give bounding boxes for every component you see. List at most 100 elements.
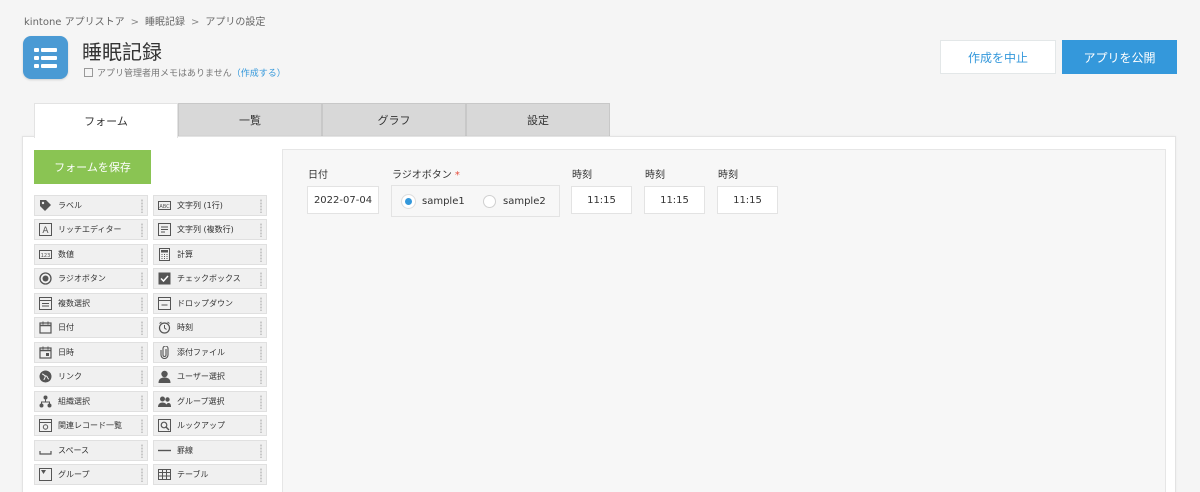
time-field-input[interactable]: 11:15: [644, 186, 705, 214]
palette-item-text: 数値: [58, 250, 74, 259]
drag-handle-icon[interactable]: [140, 223, 144, 237]
palette-item-calculated[interactable]: 計算: [153, 244, 267, 265]
group-field-icon: [39, 468, 52, 481]
svg-text:123: 123: [41, 253, 51, 259]
drag-handle-icon[interactable]: [140, 199, 144, 213]
palette-item-lookup[interactable]: ルックアップ: [153, 415, 267, 436]
radio-option-label: sample2: [503, 196, 546, 207]
drag-handle-icon[interactable]: [259, 272, 263, 286]
drag-handle-icon[interactable]: [140, 444, 144, 458]
palette-item-dropdown[interactable]: ドロップダウン: [153, 293, 267, 314]
drag-handle-icon[interactable]: [259, 199, 263, 213]
palette-item-org-selection[interactable]: 組織選択: [34, 391, 148, 412]
time-field-input[interactable]: 11:15: [717, 186, 778, 214]
palette-item-text: ラジオボタン: [58, 274, 106, 283]
palette-item-link[interactable]: リンク: [34, 366, 148, 387]
palette-item-text: リンク: [58, 372, 82, 381]
drag-handle-icon[interactable]: [259, 419, 263, 433]
palette-item-time[interactable]: 時刻: [153, 317, 267, 338]
palette-item-group-selection[interactable]: グループ選択: [153, 391, 267, 412]
paperclip-icon: [158, 346, 171, 359]
breadcrumb-item-appstore[interactable]: kintone アプリストア: [24, 17, 125, 28]
palette-item-related-records[interactable]: 関連レコード一覧: [34, 415, 148, 436]
publish-button[interactable]: アプリを公開: [1062, 40, 1177, 74]
radio-option-sample1[interactable]: sample1: [402, 195, 465, 208]
palette-item-text: 日付: [58, 323, 74, 332]
palette-item-label[interactable]: ラベル: [34, 195, 148, 216]
palette-item-space[interactable]: スペース: [34, 440, 148, 461]
tab-settings[interactable]: 設定: [466, 103, 610, 137]
drag-handle-icon[interactable]: [140, 346, 144, 360]
palette-item-text: グループ選択: [177, 397, 225, 406]
app-list-icon: [23, 36, 68, 79]
palette-item-text: ルックアップ: [177, 421, 225, 430]
breadcrumb-separator: >: [191, 17, 200, 28]
breadcrumb-item-settings: アプリの設定: [205, 17, 266, 28]
abc-icon: ABC: [158, 199, 171, 212]
svg-text:A: A: [42, 226, 49, 236]
palette-item-number[interactable]: 123 数値: [34, 244, 148, 265]
date-field-input[interactable]: 2022-07-04: [307, 186, 379, 214]
radio-unselected-icon: [483, 195, 496, 208]
drag-handle-icon[interactable]: [259, 297, 263, 311]
drag-handle-icon[interactable]: [259, 468, 263, 482]
palette-item-text: ラベル: [58, 201, 82, 210]
palette-item-text: 計算: [177, 250, 193, 259]
radio-option-sample2[interactable]: sample2: [483, 195, 546, 208]
tab-list[interactable]: 一覧: [178, 103, 322, 137]
drag-handle-icon[interactable]: [140, 272, 144, 286]
save-form-button[interactable]: フォームを保存: [34, 150, 151, 184]
time-field-input[interactable]: 11:15: [571, 186, 632, 214]
palette-item-hr[interactable]: 罫線: [153, 440, 267, 461]
palette-item-multi-select[interactable]: 複数選択: [34, 293, 148, 314]
palette-item-user-selection[interactable]: ユーザー選択: [153, 366, 267, 387]
radio-field-label: ラジオボタン *: [392, 166, 460, 181]
drag-handle-icon[interactable]: [259, 321, 263, 335]
calculator-icon: [158, 248, 171, 261]
time-field-label: 時刻: [645, 170, 665, 181]
palette-item-multi-line-text[interactable]: 文字列 (複数行): [153, 219, 267, 240]
svg-text:ABC: ABC: [159, 204, 170, 210]
breadcrumb-item-app[interactable]: 睡眠記録: [145, 17, 185, 28]
drag-handle-icon[interactable]: [259, 444, 263, 458]
drag-handle-icon[interactable]: [140, 297, 144, 311]
drag-handle-icon[interactable]: [140, 370, 144, 384]
palette-item-text: 複数選択: [58, 299, 90, 308]
drag-handle-icon[interactable]: [259, 395, 263, 409]
date-field-label: 日付: [308, 170, 328, 181]
palette-item-text: グループ: [58, 470, 90, 479]
drag-handle-icon[interactable]: [140, 395, 144, 409]
drag-handle-icon[interactable]: [259, 346, 263, 360]
calendar-icon: [39, 321, 52, 334]
palette-item-text: ドロップダウン: [177, 299, 233, 308]
palette-item-attachment[interactable]: 添付ファイル: [153, 342, 267, 363]
tab-form[interactable]: フォーム: [34, 103, 178, 138]
drag-handle-icon[interactable]: [140, 419, 144, 433]
palette-item-rich-editor[interactable]: A リッチエディター: [34, 219, 148, 240]
palette-item-text: ユーザー選択: [177, 372, 225, 381]
tab-graph[interactable]: グラフ: [322, 103, 466, 137]
drag-handle-icon[interactable]: [140, 248, 144, 262]
palette-item-text: 文字列 (複数行): [177, 225, 234, 234]
palette-item-text: 関連レコード一覧: [58, 421, 122, 430]
palette-item-radio-button[interactable]: ラジオボタン: [34, 268, 148, 289]
palette-item-datetime[interactable]: 日時: [34, 342, 148, 363]
table-icon: [158, 468, 171, 481]
drag-handle-icon[interactable]: [140, 468, 144, 482]
palette-item-text: スペース: [58, 446, 90, 455]
radio-field-group: sample1 sample2: [391, 185, 560, 217]
palette-item-text: チェックボックス: [177, 274, 241, 283]
palette-item-date[interactable]: 日付: [34, 317, 148, 338]
drag-handle-icon[interactable]: [140, 321, 144, 335]
cancel-button[interactable]: 作成を中止: [940, 40, 1056, 74]
palette-item-checkbox[interactable]: チェックボックス: [153, 268, 267, 289]
app-memo: アプリ管理者用メモはありません（作成する）: [84, 66, 286, 79]
breadcrumb-separator: >: [130, 17, 140, 28]
drag-handle-icon[interactable]: [259, 223, 263, 237]
drag-handle-icon[interactable]: [259, 248, 263, 262]
palette-item-group[interactable]: グループ: [34, 464, 148, 485]
drag-handle-icon[interactable]: [259, 370, 263, 384]
palette-item-table[interactable]: テーブル: [153, 464, 267, 485]
palette-item-single-line-text[interactable]: ABC 文字列 (1行): [153, 195, 267, 216]
memo-create-link[interactable]: （作成する）: [232, 69, 286, 79]
